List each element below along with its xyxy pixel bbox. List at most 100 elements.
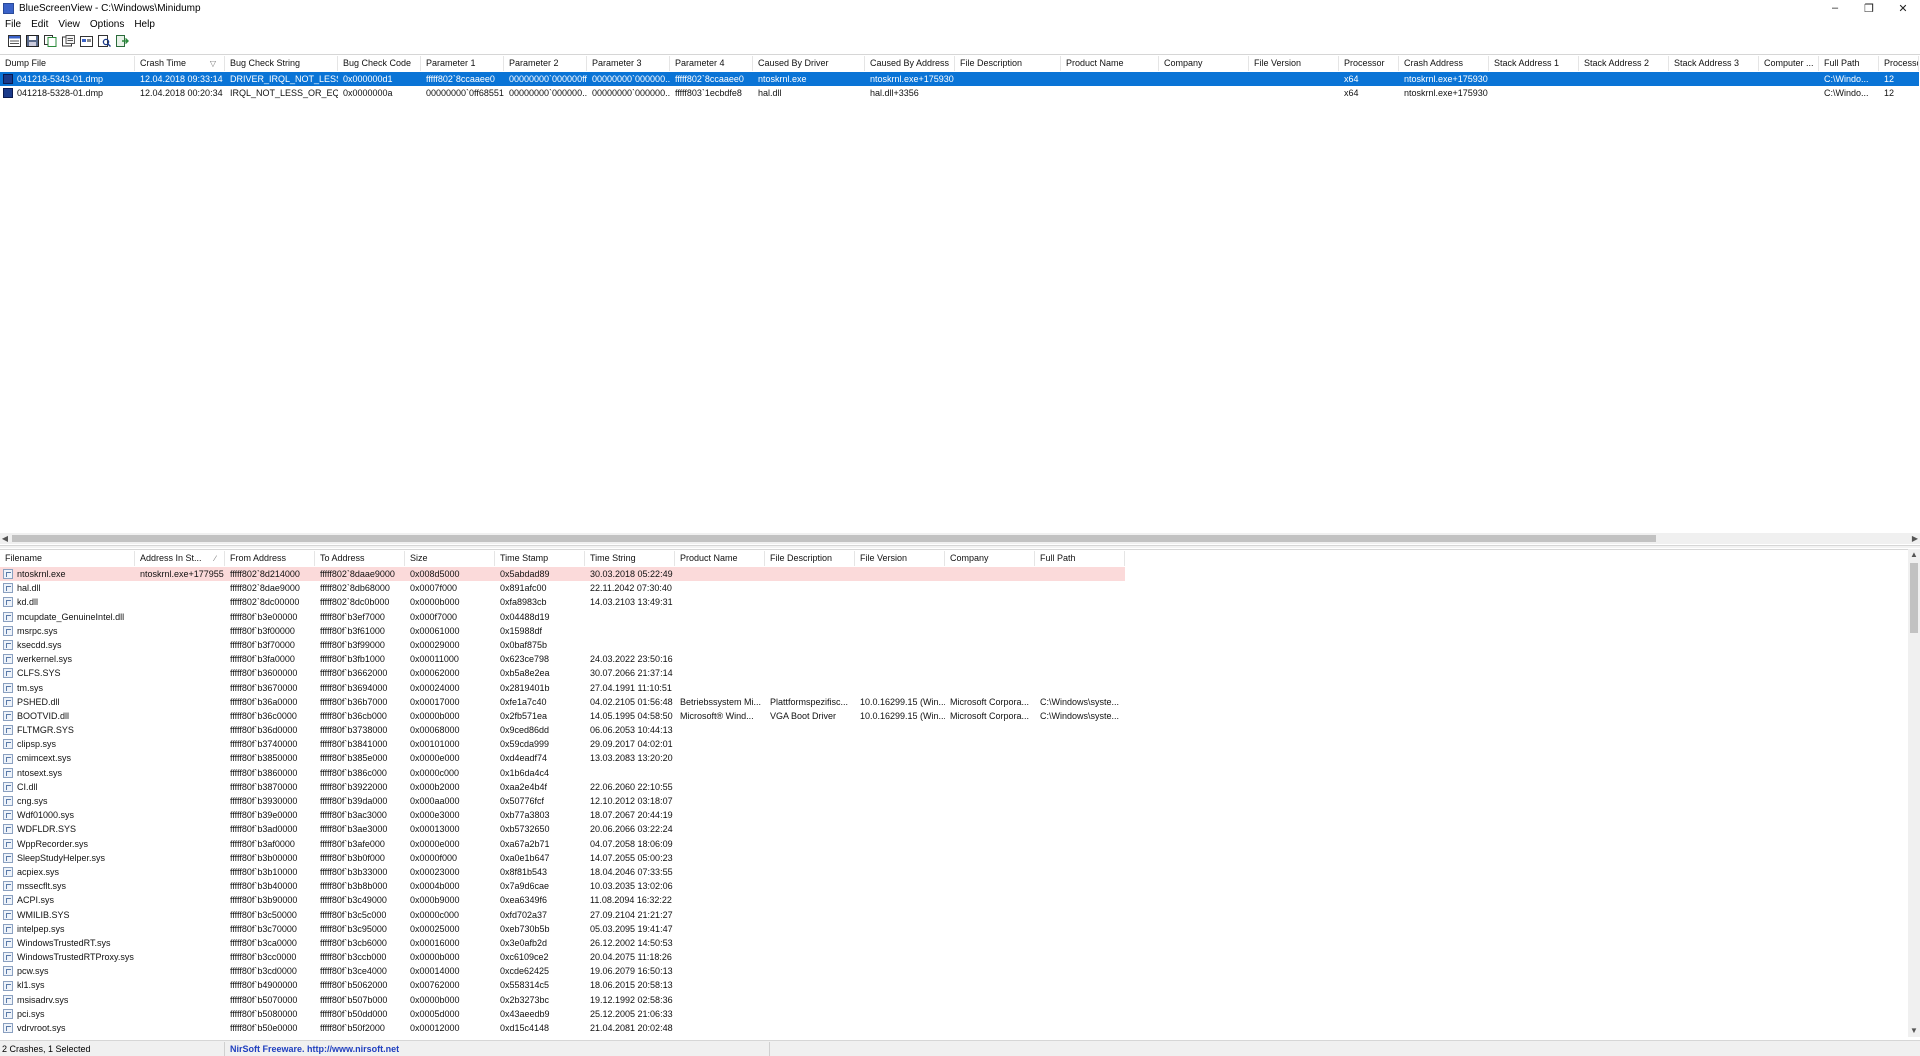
crash-header-parameter-2[interactable]: Parameter 2 (504, 56, 587, 71)
driver-header-time-stamp[interactable]: Time Stamp (495, 551, 585, 566)
driver-row[interactable]: BOOTVID.dll fffff80f`b36c0000 fffff80f`b36… (0, 709, 1125, 723)
close-button[interactable]: ✕ (1886, 0, 1920, 16)
crash-header-company[interactable]: Company (1159, 56, 1249, 71)
driver-row[interactable]: tm.sys fffff80f`b3670000 fffff80f`b3694000… (0, 681, 1125, 695)
restore-button[interactable]: ❐ (1852, 0, 1886, 16)
driver-row[interactable]: mcupdate_GenuineIntel.dll fffff80f`b3e000… (0, 610, 1125, 624)
menu-edit[interactable]: Edit (26, 19, 53, 30)
driver-list-vertical-scrollbar[interactable]: ▲ ▼ (1908, 549, 1920, 1037)
properties-icon[interactable] (61, 35, 75, 48)
driver-header-file-version[interactable]: File Version (855, 551, 945, 566)
crash-header-parameter-1[interactable]: Parameter 1 (421, 56, 504, 71)
copy-icon[interactable] (43, 35, 57, 48)
crash-header-stack-address-2[interactable]: Stack Address 2 (1579, 56, 1669, 71)
driver-cell-from-address: fffff80f`b3b40000 (225, 879, 315, 893)
driver-row[interactable]: WindowsTrustedRTProxy.sys fffff80f`b3cc00… (0, 950, 1125, 964)
nirsoft-link[interactable]: NirSoft Freeware. http://www.nirsoft.net (225, 1041, 770, 1056)
crash-header-processor[interactable]: Processor (1339, 56, 1399, 71)
driver-cell-from-address: fffff80f`b3cc0000 (225, 950, 315, 964)
crash-list-horizontal-scrollbar[interactable]: ◀ ▶ (0, 533, 1920, 544)
driver-row[interactable]: mssecflt.sys fffff80f`b3b40000 fffff80f`b3… (0, 879, 1125, 893)
crash-header-crash-address[interactable]: Crash Address (1399, 56, 1489, 71)
driver-row[interactable]: hal.dll fffff802`8dae9000 fffff802`8db6800… (0, 581, 1125, 595)
menu-file[interactable]: File (0, 19, 26, 30)
crash-header-computer[interactable]: Computer ... (1759, 56, 1819, 71)
horizontal-scroll-thumb[interactable] (12, 535, 1656, 542)
crash-header-caused-by-address[interactable]: Caused By Address (865, 56, 955, 71)
crash-header-file-description[interactable]: File Description (955, 56, 1061, 71)
driver-row[interactable]: WppRecorder.sys fffff80f`b3af0000 fffff80f… (0, 837, 1125, 851)
pane-splitter[interactable] (0, 545, 1920, 548)
driver-row[interactable]: clipsp.sys fffff80f`b3740000 fffff80f`b384… (0, 737, 1125, 751)
cell-text: 0x2819401b (500, 682, 550, 693)
exit-icon[interactable] (115, 35, 129, 48)
crash-header-bug-check-string[interactable]: Bug Check String (225, 56, 338, 71)
driver-row[interactable]: cng.sys fffff80f`b3930000 fffff80f`b39da00… (0, 794, 1125, 808)
driver-header-from-address[interactable]: From Address (225, 551, 315, 566)
driver-row[interactable]: ntoskrnl.exe ntoskrnl.exe+177955 fffff802`… (0, 567, 1125, 582)
find-icon[interactable] (97, 35, 111, 48)
html-report-icon[interactable] (7, 35, 21, 48)
crash-header-crash-time[interactable]: Crash Time ▽ (135, 56, 225, 71)
crash-header-dump-file[interactable]: Dump File (0, 56, 135, 71)
driver-header-product-name[interactable]: Product Name (675, 551, 765, 566)
driver-row[interactable]: msrpc.sys fffff80f`b3f00000 fffff80f`b3f61… (0, 624, 1125, 638)
crash-header-stack-address-1[interactable]: Stack Address 1 (1489, 56, 1579, 71)
crash-header-processor[interactable]: Processor ... (1879, 56, 1919, 71)
crash-header-file-version[interactable]: File Version (1249, 56, 1339, 71)
crash-header-bug-check-code[interactable]: Bug Check Code (338, 56, 421, 71)
driver-header-time-string[interactable]: Time String (585, 551, 675, 566)
driver-row[interactable]: acpiex.sys fffff80f`b3b10000 fffff80f`b3b3… (0, 865, 1125, 879)
menu-help[interactable]: Help (129, 19, 160, 30)
crash-header-parameter-4[interactable]: Parameter 4 (670, 56, 753, 71)
driver-header-to-address[interactable]: To Address (315, 551, 405, 566)
crash-header-product-name[interactable]: Product Name (1061, 56, 1159, 71)
menu-options[interactable]: Options (85, 19, 129, 30)
driver-row[interactable]: CLFS.SYS fffff80f`b3600000 fffff80f`b36620… (0, 666, 1125, 680)
driver-row[interactable]: ntosext.sys fffff80f`b3860000 fffff80f`b38… (0, 766, 1125, 780)
save-icon[interactable] (25, 35, 39, 48)
driver-row[interactable]: cmimcext.sys fffff80f`b3850000 fffff80f`b3… (0, 751, 1125, 765)
driver-list[interactable]: Filename Address In St... ∕ From Address To … (0, 549, 1908, 1037)
options-icon[interactable] (79, 35, 93, 48)
driver-row[interactable]: ACPI.sys fffff80f`b3b90000 fffff80f`b3c490… (0, 893, 1125, 907)
driver-header-company[interactable]: Company (945, 551, 1035, 566)
scroll-up-arrow-icon[interactable]: ▲ (1908, 549, 1920, 561)
driver-row[interactable]: kl1.sys fffff80f`b4900000 fffff80f`b506200… (0, 978, 1125, 992)
driver-row[interactable]: WindowsTrustedRT.sys fffff80f`b3ca0000 fff… (0, 936, 1125, 950)
crash-row[interactable]: 041218-5343-01.dmp 12.04.2018 09:33:14 DRI… (0, 72, 1919, 87)
driver-row[interactable]: CI.dll fffff80f`b3870000 fffff80f`b3922000… (0, 780, 1125, 794)
driver-header-filename[interactable]: Filename (0, 551, 135, 566)
driver-row[interactable]: vdrvroot.sys fffff80f`b50e0000 fffff80f`b5… (0, 1021, 1125, 1035)
driver-header-full-path[interactable]: Full Path (1035, 551, 1125, 566)
driver-cell-filename: CLFS.SYS (0, 666, 135, 680)
crash-header-caused-by-driver[interactable]: Caused By Driver (753, 56, 865, 71)
driver-row[interactable]: ksecdd.sys fffff80f`b3f70000 fffff80f`b3f9… (0, 638, 1125, 652)
driver-row[interactable]: pci.sys fffff80f`b5080000 fffff80f`b50dd00… (0, 1007, 1125, 1021)
driver-row[interactable]: SleepStudyHelper.sys fffff80f`b3b00000 fff… (0, 851, 1125, 865)
driver-row[interactable]: kd.dll fffff802`8dc00000 fffff802`8dc0b000… (0, 595, 1125, 609)
crash-list[interactable]: Dump File Crash Time ▽ Bug Check String Bug … (0, 54, 1920, 536)
driver-row[interactable]: intelpep.sys fffff80f`b3c70000 fffff80f`b3… (0, 922, 1125, 936)
driver-header-size[interactable]: Size (405, 551, 495, 566)
driver-row[interactable]: PSHED.dll fffff80f`b36a0000 fffff80f`b36b7… (0, 695, 1125, 709)
crash-row[interactable]: 041218-5328-01.dmp 12.04.2018 00:20:34 IRQ… (0, 86, 1919, 100)
driver-row[interactable]: FLTMGR.SYS fffff80f`b36d0000 fffff80f`b373… (0, 723, 1125, 737)
scroll-left-arrow-icon[interactable]: ◀ (0, 533, 10, 544)
crash-header-stack-address-3[interactable]: Stack Address 3 (1669, 56, 1759, 71)
vertical-scroll-thumb[interactable] (1910, 563, 1918, 633)
driver-header-address-in-st[interactable]: Address In St... ∕ (135, 551, 225, 566)
crash-header-parameter-3[interactable]: Parameter 3 (587, 56, 670, 71)
minimize-button[interactable]: – (1818, 0, 1852, 16)
menu-view[interactable]: View (53, 19, 85, 30)
scroll-right-arrow-icon[interactable]: ▶ (1910, 533, 1920, 544)
driver-row[interactable]: Wdf01000.sys fffff80f`b39e0000 fffff80f`b3… (0, 808, 1125, 822)
scroll-down-arrow-icon[interactable]: ▼ (1908, 1025, 1920, 1037)
driver-row[interactable]: pcw.sys fffff80f`b3cd0000 fffff80f`b3ce400… (0, 964, 1125, 978)
driver-row[interactable]: WMILIB.SYS fffff80f`b3c50000 fffff80f`b3c5… (0, 908, 1125, 922)
driver-row[interactable]: WDFLDR.SYS fffff80f`b3ad0000 fffff80f`b3ae… (0, 822, 1125, 836)
driver-row[interactable]: werkernel.sys fffff80f`b3fa0000 fffff80f`b… (0, 652, 1125, 666)
crash-header-full-path[interactable]: Full Path (1819, 56, 1879, 71)
driver-row[interactable]: msisadrv.sys fffff80f`b5070000 fffff80f`b5… (0, 993, 1125, 1007)
driver-header-file-description[interactable]: File Description (765, 551, 855, 566)
